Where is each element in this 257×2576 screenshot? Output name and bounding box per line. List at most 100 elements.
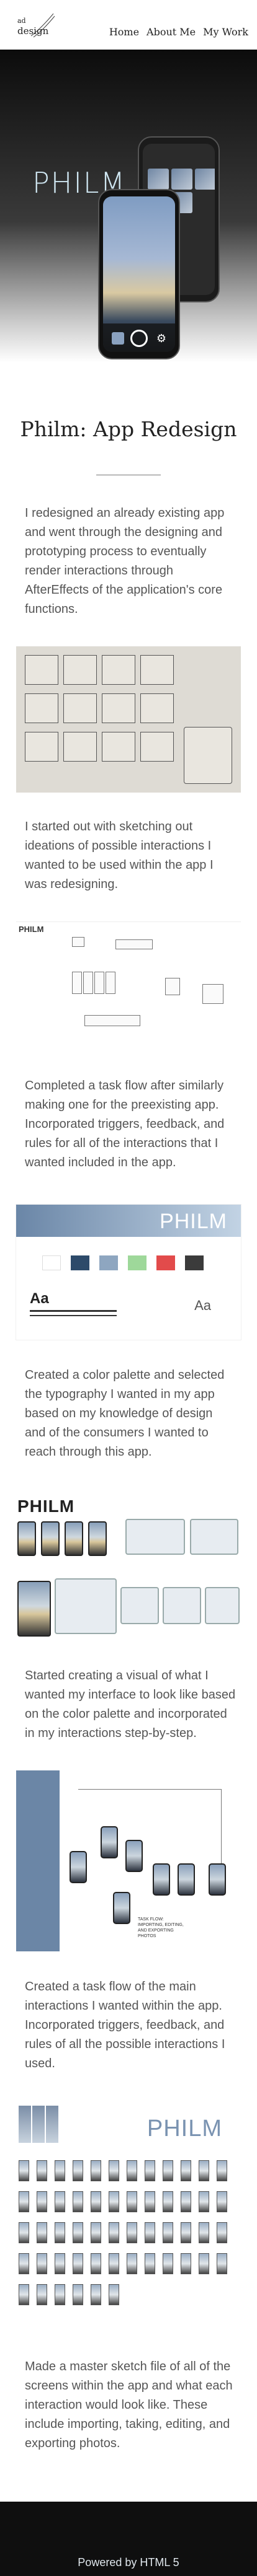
master-screen [37,2191,47,2212]
master-screen [37,2253,47,2274]
main-nav: Home About Me My Work [109,26,248,38]
nav-home[interactable]: Home [109,26,139,38]
palette-brand: PHILM [160,1210,227,1233]
nav-about-me[interactable]: About Me [147,26,196,38]
master-screen [91,2253,101,2274]
site-footer: Powered by HTML 5 [0,2502,257,2576]
logo-text: ad design [17,17,48,36]
master-screen [217,2253,227,2274]
swatch-charcoal [185,1255,204,1270]
task-flow-diagram: PHILM [16,921,241,1050]
master-screen [145,2222,155,2243]
screen-mockup [41,1521,60,1556]
master-screen [73,2284,83,2305]
master-screen [127,2191,137,2212]
master-screen [199,2222,209,2243]
flow-connector [78,1789,221,1790]
swatch-green [128,1255,147,1270]
master-screen [181,2222,191,2243]
screen-mockup-wide [190,1519,238,1555]
screen-mockup-wide [120,1587,159,1624]
master-screen [19,2253,29,2274]
caption-task-flow: Completed a task flow after similarly ma… [25,1079,225,1169]
project-title: Philm: App Redesign [20,417,237,441]
master-screen [55,2284,65,2305]
sketch-frame [63,693,97,723]
sketch-frame [63,655,97,685]
iflow-note: TASK FLOW: IMPORTING, EDITING, AND EXPOR… [138,1917,184,1938]
interface-visuals-image: PHILM [16,1494,241,1640]
flow-phone [70,1851,87,1883]
sketch-frame [25,732,58,762]
flow-phone [178,1863,195,1896]
flow-phone [101,1826,118,1858]
master-screen [127,2253,137,2274]
master-screen [109,2284,119,2305]
master-screen [127,2160,137,2181]
task-flow-node [84,1015,140,1026]
master-screen [217,2222,227,2243]
sketch-frame [140,732,174,762]
master-screen [37,2160,47,2181]
swatch-white [42,1255,61,1270]
master-screen [145,2253,155,2274]
master-title: PHILM [147,2116,222,2142]
screen-mockup-wide [125,1519,185,1555]
color-palette-image: PHILM Aa Aa [16,1205,241,1340]
gallery-icon [112,332,124,345]
master-screen [163,2160,173,2181]
master-screen [55,2253,65,2274]
master-screen [37,2222,47,2243]
master-screen [217,2191,227,2212]
sketch-frame [63,732,97,762]
phone-mockup-camera: ⚙ [98,189,180,359]
screen-mockup [65,1521,83,1556]
screen-mockup [17,1581,51,1637]
gallery-thumbnail [195,169,215,190]
typography-specimen-line [30,1310,117,1312]
sketch-frame [140,693,174,723]
screen-mockup-wide [163,1587,201,1624]
flow-phone [113,1892,130,1924]
master-screen [91,2191,101,2212]
task-flow-node [83,972,93,994]
master-screen [55,2222,65,2243]
master-screen [199,2160,209,2181]
logo-text-top: ad [17,17,26,25]
swatch-red [156,1255,175,1270]
site-logo[interactable]: ad design [17,12,56,41]
master-screen [145,2160,155,2181]
gallery-thumbnail [148,169,169,190]
master-screen [19,2222,29,2243]
master-screen [19,2160,29,2181]
master-screen [181,2253,191,2274]
task-flow-title: PHILM [19,925,44,934]
nav-my-work[interactable]: My Work [203,26,248,38]
caption-visuals: Started creating a visual of what I want… [25,1669,236,1740]
screen-mockup-wide [205,1587,240,1624]
sketch-frame [25,655,58,685]
caption-interaction-flow: Created a task flow of the main interact… [25,1980,225,2070]
task-flow-node [106,972,115,994]
master-screen [37,2284,47,2305]
master-screen [46,2106,58,2143]
sketch-frame [102,732,135,762]
palette-banner: PHILM [16,1205,241,1237]
hero-banner: PHILM ⚙ [0,50,257,363]
sketch-frame [102,693,135,723]
caption-master: Made a master sketch file of all of the … [25,2360,233,2450]
iflow-sidebar [16,1770,60,1951]
master-screen [109,2160,119,2181]
master-screen [109,2253,119,2274]
swatch-navy [71,1255,89,1270]
master-screen [217,2160,227,2181]
master-screen [199,2191,209,2212]
sketch-ideations-image [16,646,241,793]
caption-palette: Created a color palette and selected the… [25,1368,225,1459]
task-flow-node [94,972,104,994]
site-header: ad design Home About Me My Work [0,0,257,50]
master-screen [19,2191,29,2212]
master-screen [73,2253,83,2274]
screen-mockup [17,1521,36,1556]
master-screen [55,2160,65,2181]
